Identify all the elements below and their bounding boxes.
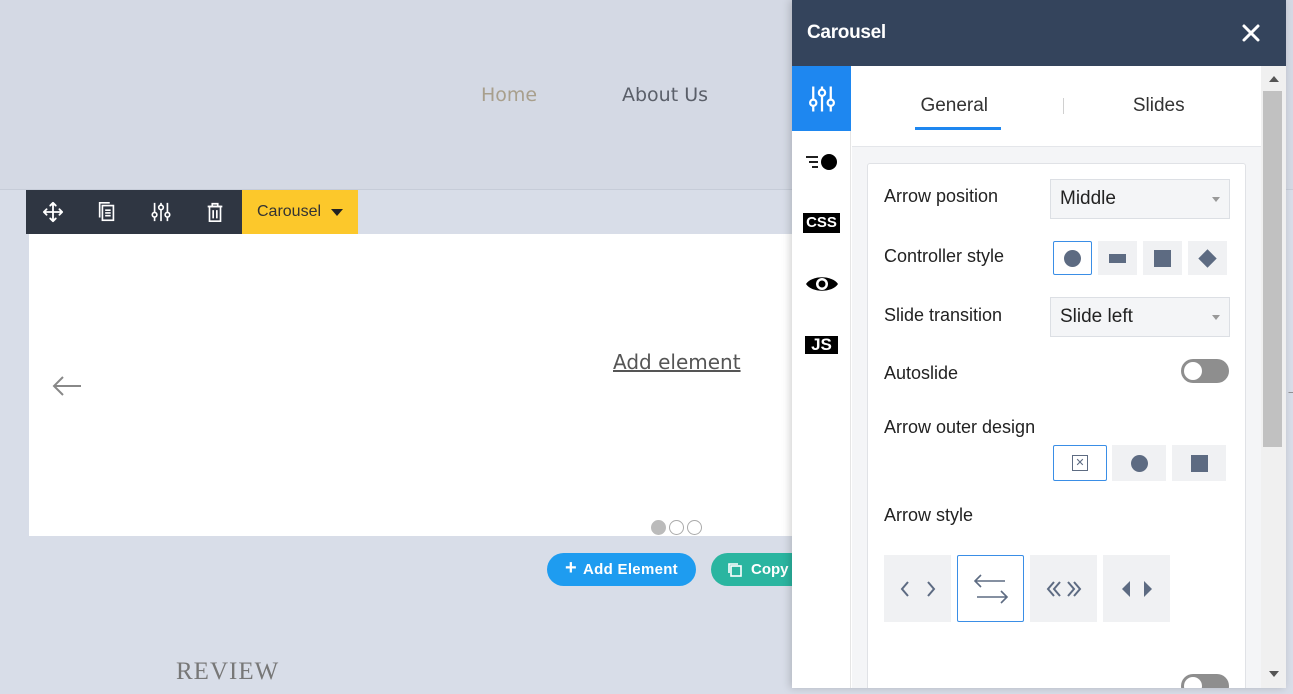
arrow-style-chevron[interactable] (884, 555, 951, 622)
caret-down-icon (1212, 315, 1220, 320)
panel-tabs: General Slides (852, 66, 1261, 147)
add-element-link[interactable]: Add element (613, 350, 741, 374)
arrow-style-double-chevron[interactable] (1030, 555, 1097, 622)
animation-icon (805, 153, 837, 170)
controller-style-label: Controller style (884, 246, 1005, 266)
review-heading: REVIEW (176, 658, 280, 685)
arrow-style-label: Arrow style (884, 505, 974, 525)
element-toolbar-actions (26, 190, 242, 234)
arrow-position-value: Middle (1060, 188, 1116, 209)
scroll-up-icon[interactable] (1261, 69, 1286, 89)
move-button[interactable] (26, 190, 80, 234)
arrow-outer-circle[interactable] (1112, 445, 1166, 481)
carousel-dots (651, 520, 702, 535)
site-nav: Home About Us (481, 84, 708, 106)
element-toolbar: Carousel (26, 190, 358, 234)
long-arrows-icon (973, 573, 1008, 604)
arrow-position-select[interactable]: Middle (1050, 179, 1230, 219)
diamond-icon (1198, 248, 1217, 268)
add-element-label: Add Element (583, 561, 678, 578)
nav-about-link[interactable]: About Us (622, 84, 708, 106)
square-icon (1154, 249, 1171, 267)
element-type-dropdown[interactable]: Carousel (242, 190, 358, 234)
slide-transition-value: Slide left (1060, 306, 1133, 327)
copy-icon (728, 562, 742, 577)
nav-home-link[interactable]: Home (481, 84, 622, 106)
scroll-down-icon[interactable] (1261, 664, 1286, 684)
caret-down-icon (1212, 197, 1220, 202)
controller-style-circle[interactable] (1053, 241, 1092, 275)
panel-title: Carousel (807, 22, 886, 43)
arrow-outer-design-label: Arrow outer design (884, 417, 1036, 437)
scrollbar-thumb[interactable] (1263, 91, 1282, 447)
duplicate-icon (98, 202, 115, 222)
general-settings-card: Arrow position Middle Controller style S… (867, 163, 1246, 688)
close-icon[interactable] (1240, 22, 1262, 44)
element-settings-button[interactable] (134, 190, 188, 234)
delete-button[interactable] (188, 190, 242, 234)
autoslide-toggle[interactable] (1181, 359, 1229, 383)
plus-icon: + (565, 557, 577, 579)
panel-body: CSS JS General Slides Arrow position Mid… (792, 66, 1286, 688)
js-icon: JS (805, 335, 838, 354)
none-box-icon: ✕ (1072, 455, 1088, 471)
slide-transition-label: Slide transition (884, 305, 1003, 325)
panel-header: Carousel (792, 0, 1286, 66)
circle-icon (1064, 249, 1081, 267)
circle-icon (1130, 454, 1148, 472)
tab-divider (1063, 98, 1064, 114)
element-type-label: Carousel (256, 203, 322, 220)
trash-icon (207, 202, 223, 222)
move-icon (42, 201, 64, 223)
panel-scrollbar[interactable] (1261, 66, 1286, 688)
carousel-dot[interactable] (651, 520, 666, 535)
controller-style-diamond[interactable] (1188, 241, 1227, 275)
carousel-element[interactable]: Add element (29, 234, 799, 536)
carousel-dot[interactable] (669, 520, 684, 535)
double-chevron-icon (1046, 580, 1081, 597)
arrow-position-label: Arrow position (884, 186, 999, 206)
copy-label: Copy (751, 561, 789, 578)
visibility-eye-icon (805, 276, 838, 291)
square-icon (1190, 454, 1208, 472)
duplicate-button[interactable] (80, 190, 134, 234)
side-tab-animation[interactable] (792, 131, 851, 192)
add-element-button[interactable]: + Add Element (547, 553, 696, 586)
side-tab-css[interactable]: CSS (792, 192, 851, 253)
triangle-arrows-icon (1121, 580, 1152, 597)
settings-sliders-icon (808, 86, 835, 111)
tab-general[interactable]: General (852, 66, 1057, 146)
tab-slides[interactable]: Slides (1057, 66, 1262, 146)
panel-content: General Slides Arrow position Middle Con… (852, 66, 1261, 688)
bar-icon (1109, 253, 1126, 263)
autoslide-label: Autoslide (884, 363, 959, 383)
side-tabs: CSS JS (792, 66, 851, 688)
carousel-prev-arrow-icon[interactable] (51, 374, 83, 398)
carousel-dot[interactable] (687, 520, 702, 535)
caret-down-icon (331, 208, 344, 216)
side-tab-visibility[interactable] (792, 253, 851, 314)
sliders-icon (151, 202, 171, 222)
arrow-style-triangle[interactable] (1103, 555, 1170, 622)
css-icon: CSS (803, 212, 840, 233)
arrow-outer-square[interactable] (1172, 445, 1226, 481)
controller-style-bar[interactable] (1098, 241, 1137, 275)
carousel-settings-panel: Carousel CSS JS General Slides Arrow pos… (792, 0, 1286, 688)
side-tab-js[interactable]: JS (792, 314, 851, 375)
chevron-arrows-icon (900, 580, 935, 597)
arrow-outer-none[interactable]: ✕ (1053, 445, 1107, 481)
arrow-style-long-arrow[interactable] (957, 555, 1024, 622)
slide-transition-select[interactable]: Slide left (1050, 297, 1230, 337)
next-setting-toggle[interactable] (1181, 674, 1229, 688)
side-tab-settings[interactable] (792, 66, 851, 131)
controller-style-square[interactable] (1143, 241, 1182, 275)
